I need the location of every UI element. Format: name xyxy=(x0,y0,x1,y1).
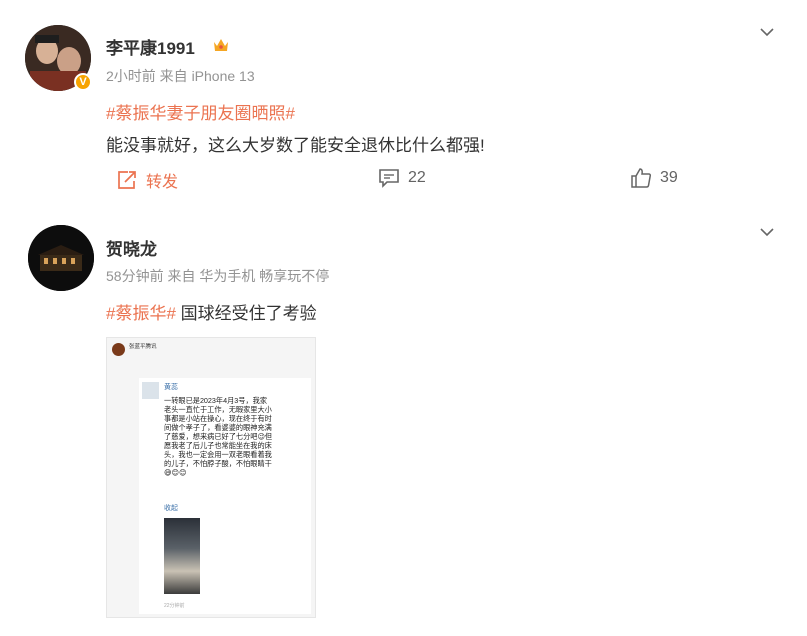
shot-line: 间做个孝子了，看婆婆的眼神充满 xyxy=(164,423,272,432)
post-text: #蔡振华# 国球经受住了考验 xyxy=(106,299,317,324)
post-meta: 58分钟前 来自 华为手机 畅享玩不停 xyxy=(106,268,330,284)
shot-commenter: 黄蕊 xyxy=(164,384,178,391)
chevron-down-icon[interactable] xyxy=(759,224,775,240)
shot-line: 事都是小站在操心，现在终于有时 xyxy=(164,414,272,423)
username[interactable]: 贺晓龙 xyxy=(106,235,157,260)
shot-line: 😅😊😊 xyxy=(164,468,187,477)
shot-line: 老头一直忙于工作，无暇家里大小 xyxy=(164,405,272,414)
post-body: 国球经受住了考验 xyxy=(175,304,317,323)
attached-screenshot[interactable]: 张蓝平腾讯 黄蕊 一转眼已是2023年4月3号，我家 老头一直忙于工作，无暇家里… xyxy=(106,337,316,618)
hashtag-link[interactable]: #蔡振华# xyxy=(106,304,176,323)
shot-line: 愿我老了后儿子也常能坐在我的床 xyxy=(164,441,272,450)
shot-photo xyxy=(164,518,200,594)
shot-collapse: 收起 xyxy=(164,505,178,512)
shot-commenter-avatar xyxy=(142,382,159,399)
shot-line: 的儿子，不怕脖子酸，不怕眼睛干 xyxy=(164,459,272,468)
shot-avatar xyxy=(112,343,125,356)
shot-line: 一转眼已是2023年4月3号，我家 xyxy=(164,396,268,405)
shot-time: 22分钟前 xyxy=(164,603,185,609)
shot-line: 了慈爱，想来病已好了七分吧😉但 xyxy=(164,432,273,441)
shot-comment-box: 黄蕊 一转眼已是2023年4月3号，我家 老头一直忙于工作，无暇家里大小 事都是… xyxy=(139,378,311,614)
shot-top-name: 张蓝平腾讯 xyxy=(129,344,157,350)
weibo-post-2: 贺晓龙 58分钟前 来自 华为手机 畅享玩不停 #蔡振华# 国球经受住了考验 张… xyxy=(0,0,807,618)
shot-line: 头，我也一定会用一双老眼看着我 xyxy=(164,450,272,459)
avatar[interactable] xyxy=(28,225,94,291)
